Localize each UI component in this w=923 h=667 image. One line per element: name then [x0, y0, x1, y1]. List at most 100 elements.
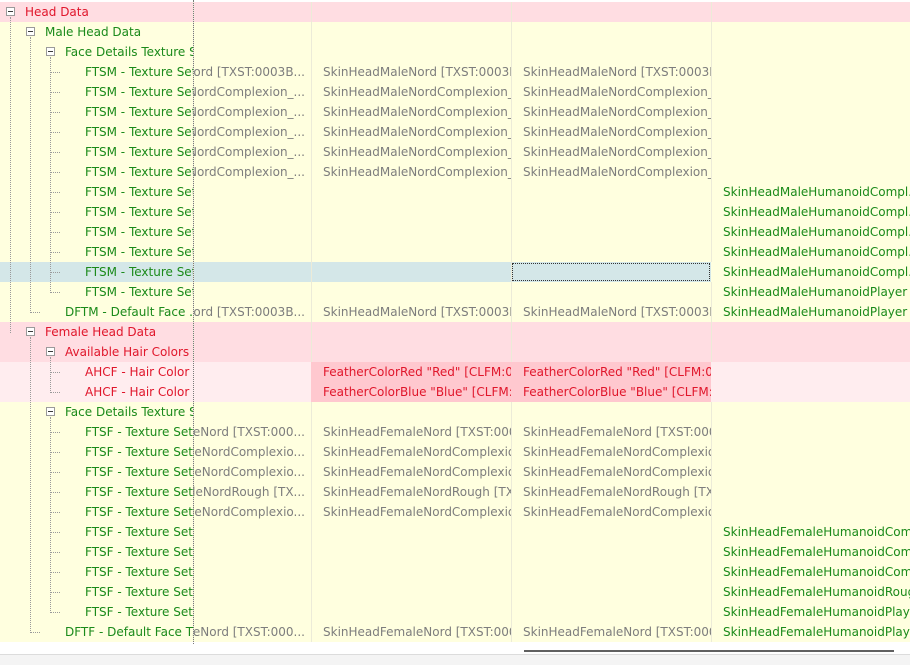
tree-row[interactable]: FTSF - Texture Set aleNord [TXST:000... Sk…: [0, 422, 910, 442]
value-cell-3[interactable]: SkinHeadMaleNordComplexion_...: [511, 142, 711, 162]
tree-node-cell[interactable]: Available Hair Colors ...: [0, 342, 193, 362]
tree-node-cell[interactable]: Head Data: [0, 2, 193, 22]
tree-row[interactable]: AHCF - Hair Color FeatherColorRed "Red" […: [0, 362, 910, 382]
tree-node-cell[interactable]: FTSM - Texture Set: [0, 122, 193, 142]
value-cell-4[interactable]: [711, 462, 910, 482]
tree-node-cell[interactable]: Female Head Data: [0, 322, 193, 342]
value-cell-4[interactable]: SkinHeadFemaleHumanoidPlaye...: [711, 602, 910, 622]
tree-node-cell[interactable]: FTSM - Texture Set: [0, 202, 193, 222]
value-cell-3[interactable]: [511, 202, 711, 222]
tree-node-cell[interactable]: FTSM - Texture Set: [0, 142, 193, 162]
value-cell-1[interactable]: [193, 602, 311, 622]
tree-node-cell[interactable]: FTSM - Texture Set: [0, 222, 193, 242]
value-cell-4[interactable]: [711, 162, 910, 182]
value-cell-3[interactable]: SkinHeadFemaleNord [TXST:000...: [511, 622, 711, 642]
value-cell-2[interactable]: SkinHeadMaleNordComplexion_...: [311, 82, 511, 102]
value-cell-1[interactable]: aleNordRough [TX...: [193, 482, 311, 502]
value-cell-3[interactable]: SkinHeadMaleNordComplexion_...: [511, 102, 711, 122]
value-cell-4[interactable]: SkinHeadFemaleHumanoidPlaye...: [711, 622, 910, 642]
value-cell-3[interactable]: [511, 562, 711, 582]
value-cell-2[interactable]: SkinHeadFemaleNord [TXST:000...: [311, 422, 511, 442]
scrollbar-thumb[interactable]: [524, 650, 894, 652]
value-cell-1[interactable]: [193, 402, 311, 422]
tree-row[interactable]: Face Details Texture S...: [0, 402, 910, 422]
value-cell-2[interactable]: [311, 262, 511, 282]
value-cell-3[interactable]: SkinHeadMaleNordComplexion_...: [511, 122, 711, 142]
value-cell-1[interactable]: [193, 362, 311, 382]
value-cell-3[interactable]: [511, 242, 711, 262]
tree-row[interactable]: FTSM - Texture Set eNordComplexion_... Ski…: [0, 102, 910, 122]
value-cell-1[interactable]: [193, 202, 311, 222]
tree-row[interactable]: FTSM - Texture Set SkinHeadMaleHumanoidCo…: [0, 262, 910, 282]
value-cell-4[interactable]: [711, 42, 910, 62]
value-cell-4[interactable]: SkinHeadFemaleHumanoidRoug...: [711, 582, 910, 602]
value-cell-1[interactable]: [193, 262, 311, 282]
tree-node-cell[interactable]: FTSM - Texture Set: [0, 162, 193, 182]
value-cell-2[interactable]: [311, 402, 511, 422]
value-cell-1[interactable]: eNordComplexion_...: [193, 162, 311, 182]
value-cell-1[interactable]: [193, 382, 311, 402]
value-cell-1[interactable]: [193, 522, 311, 542]
value-cell-4[interactable]: [711, 122, 910, 142]
tree-row[interactable]: Male Head Data: [0, 22, 910, 42]
value-cell-4[interactable]: SkinHeadFemaleHumanoidCom...: [711, 562, 910, 582]
value-cell-2[interactable]: SkinHeadMaleNordComplexion_...: [311, 142, 511, 162]
scrollbar-track[interactable]: [0, 654, 910, 665]
collapse-toggle-icon[interactable]: [46, 407, 55, 416]
record-tree-view[interactable]: Head Data Male Head Data Face Details Text…: [0, 0, 910, 644]
tree-node-cell[interactable]: FTSM - Texture Set: [0, 262, 193, 282]
tree-row[interactable]: Head Data: [0, 2, 910, 22]
tree-node-cell[interactable]: FTSF - Texture Set: [0, 462, 193, 482]
tree-node-cell[interactable]: AHCF - Hair Color: [0, 382, 193, 402]
tree-row[interactable]: FTSF - Texture Set aleNordComplexio... Ski…: [0, 462, 910, 482]
value-cell-2[interactable]: [311, 522, 511, 542]
value-cell-2[interactable]: SkinHeadFemaleNordComplexio...: [311, 462, 511, 482]
tree-node-cell[interactable]: Face Details Texture S...: [0, 42, 193, 62]
value-cell-1[interactable]: [193, 2, 311, 22]
tree-node-cell[interactable]: FTSF - Texture Set: [0, 542, 193, 562]
collapse-toggle-icon[interactable]: [26, 327, 35, 336]
tree-row[interactable]: DFTM - Default Face ...eNord [TXST:0003B…: [0, 302, 910, 322]
tree-row[interactable]: FTSM - Texture Set SkinHeadMaleHumanoidPl…: [0, 282, 910, 302]
tree-row[interactable]: FTSF - Texture Set SkinHeadFemaleHumanoid…: [0, 602, 910, 622]
value-cell-2[interactable]: SkinHeadMaleNord [TXST:0003B...: [311, 62, 511, 82]
tree-row[interactable]: FTSM - Texture Set eNordComplexion_... Ski…: [0, 162, 910, 182]
value-cell-3[interactable]: [511, 22, 711, 42]
value-cell-1[interactable]: [193, 342, 311, 362]
tree-node-cell[interactable]: FTSF - Texture Set: [0, 422, 193, 442]
tree-row[interactable]: FTSF - Texture Set aleNordRough [TX... Ski…: [0, 482, 910, 502]
value-cell-3[interactable]: [511, 182, 711, 202]
value-cell-3[interactable]: FeatherColorBlue "Blue" [CLFM:...: [511, 382, 711, 402]
value-cell-1[interactable]: [193, 582, 311, 602]
value-cell-1[interactable]: [193, 182, 311, 202]
value-cell-1[interactable]: [193, 242, 311, 262]
value-cell-1[interactable]: eNordComplexion_...: [193, 82, 311, 102]
value-cell-3[interactable]: [511, 402, 711, 422]
value-cell-4[interactable]: [711, 382, 910, 402]
value-cell-2[interactable]: FeatherColorRed "Red" [CLFM:0...: [311, 362, 511, 382]
tree-row[interactable]: FTSF - Texture Set aleNordComplexio... Ski…: [0, 442, 910, 462]
tree-node-cell[interactable]: FTSM - Texture Set: [0, 102, 193, 122]
value-cell-1[interactable]: [193, 322, 311, 342]
tree-row[interactable]: FTSF - Texture Set SkinHeadFemaleHumanoid…: [0, 562, 910, 582]
value-cell-4[interactable]: [711, 322, 910, 342]
value-cell-4[interactable]: [711, 22, 910, 42]
value-cell-1[interactable]: eNordComplexion_...: [193, 142, 311, 162]
value-cell-1[interactable]: eNord [TXST:0003B...: [193, 62, 311, 82]
tree-node-cell[interactable]: FTSF - Texture Set: [0, 562, 193, 582]
tree-row[interactable]: FTSM - Texture SeteNord [TXST:0003B... Sk…: [0, 62, 910, 82]
value-cell-1[interactable]: aleNord [TXST:000...: [193, 622, 311, 642]
value-cell-4[interactable]: SkinHeadMaleHumanoidCompl...: [711, 182, 910, 202]
tree-row[interactable]: FTSF - Texture Set SkinHeadFemaleHumanoid…: [0, 582, 910, 602]
tree-node-cell[interactable]: DFTF - Default Face T...: [0, 622, 193, 642]
value-cell-2[interactable]: [311, 242, 511, 262]
tree-node-cell[interactable]: FTSF - Texture Set: [0, 602, 193, 622]
value-cell-3[interactable]: [511, 342, 711, 362]
value-cell-2[interactable]: SkinHeadFemaleNordRough [TX...: [311, 482, 511, 502]
tree-row[interactable]: Face Details Texture S...: [0, 42, 910, 62]
tree-node-cell[interactable]: FTSM - Texture Set: [0, 82, 193, 102]
tree-row[interactable]: Female Head Data: [0, 322, 910, 342]
value-cell-1[interactable]: eNordComplexion_...: [193, 102, 311, 122]
value-cell-3[interactable]: SkinHeadFemaleNordComplexio...: [511, 442, 711, 462]
value-cell-4[interactable]: SkinHeadMaleHumanoidCompl...: [711, 242, 910, 262]
